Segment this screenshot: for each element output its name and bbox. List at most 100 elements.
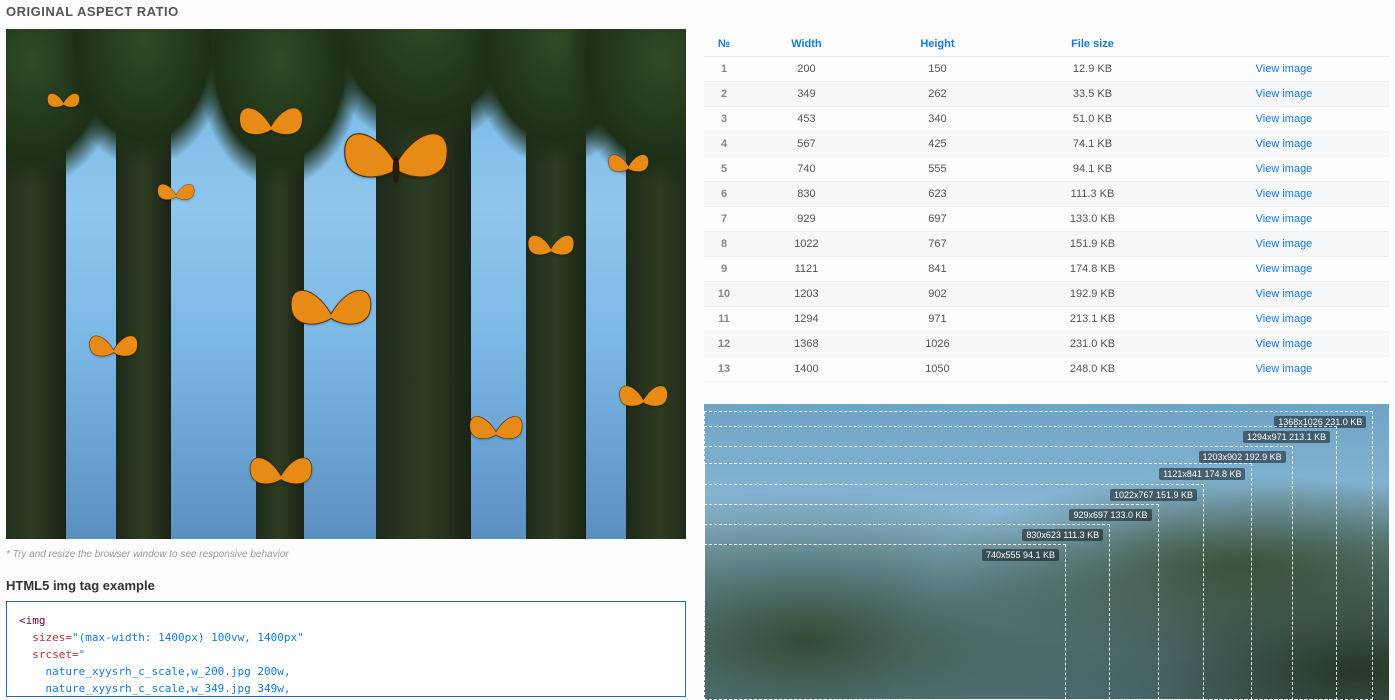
hero-image [6, 29, 686, 539]
view-image-link[interactable]: View image [1256, 63, 1313, 75]
cell-action: View image [1179, 332, 1389, 357]
cell-height: 555 [869, 157, 1006, 182]
cell-width: 1022 [744, 232, 869, 257]
butterfly-icon [526, 229, 576, 269]
cell-height: 262 [869, 82, 1006, 107]
butterfly-icon [46, 89, 81, 117]
view-image-link[interactable]: View image [1256, 288, 1313, 300]
code-example-title: HTML5 img tag example [6, 578, 686, 593]
cell-height: 767 [869, 232, 1006, 257]
cell-size: 51.0 KB [1006, 107, 1179, 132]
cell-num: 12 [704, 332, 744, 357]
table-row: 456742574.1 KBView image [704, 132, 1389, 157]
code-token: <img [19, 614, 46, 627]
cell-action: View image [1179, 57, 1389, 82]
cell-action: View image [1179, 357, 1389, 382]
cell-width: 740 [744, 157, 869, 182]
butterfly-icon [606, 149, 651, 184]
cell-height: 1050 [869, 357, 1006, 382]
butterfly-icon [86, 329, 141, 371]
view-image-link[interactable]: View image [1256, 363, 1313, 375]
cell-size: 33.5 KB [1006, 82, 1179, 107]
code-token: srcset= [32, 648, 78, 661]
cell-num: 6 [704, 182, 744, 207]
cell-height: 623 [869, 182, 1006, 207]
resize-caption: * Try and resize the browser window to s… [6, 549, 686, 560]
table-row: 574055594.1 KB View image [704, 157, 1389, 182]
cell-width: 1400 [744, 357, 869, 382]
view-image-link[interactable]: View image [1256, 88, 1313, 100]
butterfly-icon [286, 279, 376, 349]
col-size: File size [1006, 32, 1179, 57]
viz-box: 740x555 94.1 KB [704, 544, 1066, 700]
cell-width: 200 [744, 57, 869, 82]
cell-size: 111.3 KB [1006, 182, 1179, 207]
view-image-link[interactable]: View image [1256, 313, 1313, 325]
cell-size: 94.1 KB [1006, 157, 1179, 182]
cell-num: 3 [704, 107, 744, 132]
viz-box-label: 830x623 111.3 KB [1022, 529, 1103, 541]
cell-action: View image [1179, 107, 1389, 132]
code-token: sizes= [32, 631, 72, 644]
code-token: nature_xyysrh_c_scale,w_200.jpg 200w, [46, 665, 291, 678]
view-image-link[interactable]: View image [1256, 138, 1313, 150]
code-token: "(max-width: 1400px) 100vw, 1400px" [72, 631, 304, 644]
table-row: 7929697133.0 KBView image [704, 207, 1389, 232]
view-image-link[interactable]: View image [1256, 163, 1313, 175]
view-image-link[interactable]: View image [1256, 188, 1313, 200]
cell-width: 830 [744, 182, 869, 207]
cell-size: 248.0 KB [1006, 357, 1179, 382]
butterfly-icon [616, 379, 671, 421]
cell-size: 213.1 KB [1006, 307, 1179, 332]
table-row: 91121841174.8 KBView image [704, 257, 1389, 282]
viz-box-label: 1022x767 151.9 KB [1110, 489, 1197, 501]
cell-size: 192.9 KB [1006, 282, 1179, 307]
view-image-link[interactable]: View image [1256, 238, 1313, 250]
cell-action: View image [1179, 282, 1389, 307]
butterfly-icon [466, 409, 526, 455]
cell-num: 5 [704, 157, 744, 182]
table-row: 101203902192.9 KBView image [704, 282, 1389, 307]
table-row: 345334051.0 KBView image [704, 107, 1389, 132]
cell-height: 841 [869, 257, 1006, 282]
table-row: 6830623111.3 KB View image [704, 182, 1389, 207]
cell-size: 74.1 KB [1006, 132, 1179, 157]
butterfly-icon [246, 449, 316, 503]
cell-action: View image [1179, 307, 1389, 332]
view-image-link[interactable]: View image [1256, 213, 1313, 225]
col-height: Height [869, 32, 1006, 57]
table-row: 234926233.5 KBView image [704, 82, 1389, 107]
cell-width: 1368 [744, 332, 869, 357]
table-row: 1314001050248.0 KB View image [704, 357, 1389, 382]
cell-action: View image [1179, 157, 1389, 182]
cell-num: 8 [704, 232, 744, 257]
cell-size: 174.8 KB [1006, 257, 1179, 282]
cell-width: 567 [744, 132, 869, 157]
butterfly-icon [156, 179, 196, 211]
cell-height: 425 [869, 132, 1006, 157]
view-image-link[interactable]: View image [1256, 338, 1313, 350]
cell-num: 10 [704, 282, 744, 307]
view-image-link[interactable]: View image [1256, 113, 1313, 125]
col-width: Width [744, 32, 869, 57]
col-action [1179, 32, 1389, 57]
cell-action: View image [1179, 207, 1389, 232]
cell-num: 13 [704, 357, 744, 382]
cell-action: View image [1179, 132, 1389, 157]
cell-width: 453 [744, 107, 869, 132]
table-row: 1213681026231.0 KBView image [704, 332, 1389, 357]
cell-num: 1 [704, 57, 744, 82]
code-example[interactable]: <img sizes="(max-width: 1400px) 100vw, 1… [6, 601, 686, 697]
cell-action: View image [1179, 232, 1389, 257]
cell-num: 7 [704, 207, 744, 232]
cell-height: 902 [869, 282, 1006, 307]
col-num: № [704, 32, 744, 57]
cell-width: 1294 [744, 307, 869, 332]
cell-num: 2 [704, 82, 744, 107]
cell-height: 971 [869, 307, 1006, 332]
view-image-link[interactable]: View image [1256, 263, 1313, 275]
cell-width: 1121 [744, 257, 869, 282]
viz-box-label: 1121x841 174.8 KB [1159, 468, 1245, 480]
cell-size: 231.0 KB [1006, 332, 1179, 357]
breakpoints-table: № Width Height File size 120015012.9 KBV… [704, 32, 1389, 382]
